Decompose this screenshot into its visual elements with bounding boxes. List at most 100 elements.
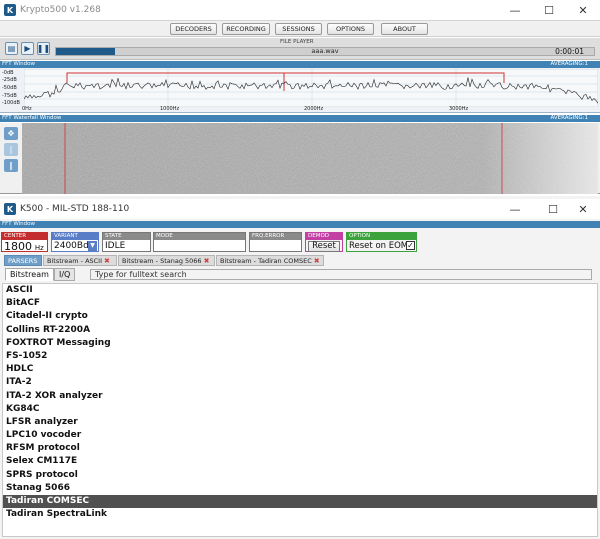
fft-spectrum[interactable]: -0dB -25dB -50dB -75dB -100dB 0Hz 1000Hz… (0, 68, 600, 113)
decoder-window: K K500 - MIL-STD 188-110 — ☐ ✕ FFT Windo… (0, 196, 600, 539)
tab-parsers[interactable]: PARSERS (4, 255, 42, 266)
tab-bitstream-ascii[interactable]: Bitstream - ASCII ✖ (43, 255, 117, 266)
tab-label: Bitstream - Tadiran COMSEC (220, 257, 312, 265)
close-icon[interactable]: ✕ (566, 199, 600, 219)
close-icon[interactable]: ✕ (566, 0, 600, 20)
frq-error-group: FRQ.ERROR (249, 232, 302, 252)
db-label: -100dB (2, 100, 20, 106)
search-input[interactable]: Type for fulltext search (90, 269, 592, 280)
list-item[interactable]: Tadiran SpectraLink (3, 508, 597, 521)
tab-label: Bitstream - Stanag 5066 (122, 257, 202, 265)
mode-group: MODE (153, 232, 246, 252)
decoder-fft-header: FFT Window (0, 221, 600, 228)
marker-icon[interactable]: | (4, 143, 18, 156)
fft-window-header: FFT Window AVERAGING:1 (0, 61, 600, 68)
main-menubar: DECODERS RECORDING SESSIONS OPTIONS ABOU… (0, 20, 600, 37)
list-item[interactable]: SPRS protocol (3, 469, 597, 482)
sessions-button[interactable]: SESSIONS (275, 23, 322, 35)
app-logo-icon: K (4, 4, 16, 16)
db-label: -25dB (2, 77, 17, 83)
tab-bitstream-tadiran[interactable]: Bitstream - Tadiran COMSEC ✖ (216, 255, 324, 266)
list-item[interactable]: ITA-2 (3, 376, 597, 389)
play-icon[interactable]: ▶ (21, 42, 34, 55)
fft-window-title: FFT Window (2, 61, 36, 67)
variant-label: VARIANT (52, 233, 98, 240)
chevron-down-icon[interactable]: ▼ (88, 241, 97, 251)
list-item[interactable]: KG84C (3, 403, 597, 416)
db-label: -0dB (2, 70, 14, 76)
close-tab-icon[interactable]: ✖ (314, 257, 320, 265)
list-item[interactable]: Tadiran COMSEC (3, 495, 597, 509)
minimize-icon[interactable]: — (498, 199, 532, 219)
decoder-window-title: K500 - MIL-STD 188-110 (20, 204, 130, 214)
file-name: aaa.wav (311, 47, 339, 55)
list-item[interactable]: Stanag 5066 (3, 482, 597, 495)
hz-label: 1000Hz (160, 106, 180, 112)
demod-group: DEMOD Reset (305, 232, 343, 252)
file-progress-bar[interactable]: aaa.wav 0:00:01 (55, 47, 595, 56)
list-item[interactable]: Citadel-II crypto (3, 310, 597, 323)
list-item[interactable]: FOXTROT Messaging (3, 337, 597, 350)
fft-averaging: AVERAGING:1 (550, 61, 588, 67)
decoder-controls: CENTER 1800 Hz VARIANT 2400Bd ▼ STATE ID… (0, 232, 600, 252)
list-item[interactable]: HDLC (3, 363, 597, 376)
tab-bitstream[interactable]: Bitstream (5, 268, 54, 281)
hz-label: 2000Hz (304, 106, 324, 112)
list-item[interactable]: RFSM protocol (3, 442, 597, 455)
list-item[interactable]: Collins RT-2200A (3, 324, 597, 337)
frq-error-label: FRQ.ERROR (250, 233, 301, 240)
center-input[interactable]: 1800 Hz (4, 241, 44, 254)
waterfall-averaging: AVERAGING:1 (550, 115, 588, 121)
state-group: STATE IDLE (102, 232, 151, 252)
option-group: OPTION Reset on EOM ✓ (346, 232, 417, 252)
list-item[interactable]: Selex CM117E (3, 455, 597, 468)
open-file-icon[interactable]: ▤ (5, 42, 18, 55)
center-unit: Hz (34, 244, 44, 252)
option-label: OPTION (347, 233, 416, 240)
close-tab-icon[interactable]: ✖ (204, 257, 210, 265)
close-tab-icon[interactable]: ✖ (104, 257, 110, 265)
reset-button[interactable]: Reset (308, 241, 340, 252)
center-group: CENTER 1800 Hz (1, 232, 48, 252)
maximize-icon[interactable]: ☐ (532, 0, 566, 20)
list-item[interactable]: FS-1052 (3, 350, 597, 363)
main-titlebar: K Krypto500 v1.268 — ☐ ✕ (0, 0, 600, 20)
list-item[interactable]: ITA-2 XOR analyzer (3, 390, 597, 403)
reset-on-eom-checkbox[interactable]: ✓ (406, 241, 415, 250)
list-item[interactable]: BitACF (3, 297, 597, 310)
decoders-button[interactable]: DECODERS (170, 23, 217, 35)
multi-marker-icon[interactable]: ∥ (4, 159, 18, 172)
hz-label: 3000Hz (449, 106, 469, 112)
decoder-titlebar: K K500 - MIL-STD 188-110 — ☐ ✕ (0, 199, 600, 219)
pause-icon[interactable]: ❚❚ (37, 42, 50, 55)
variant-select[interactable]: 2400Bd (54, 241, 89, 252)
reset-on-eom-label: Reset on EOM (349, 241, 409, 251)
options-button[interactable]: OPTIONS (327, 23, 374, 35)
parser-list[interactable]: ASCII BitACF Citadel-II crypto Collins RT-2… (2, 283, 598, 537)
state-value: IDLE (105, 241, 126, 251)
waterfall-panel: ✥ | ∥ (0, 123, 600, 194)
parser-tabs: PARSERS Bitstream - ASCII ✖ Bitstream - S… (0, 255, 600, 266)
tab-bitstream-stanag[interactable]: Bitstream - Stanag 5066 ✖ (118, 255, 215, 266)
app-logo-icon: K (4, 203, 16, 215)
tab-iq[interactable]: I/Q (54, 268, 76, 281)
sub-tabs: Bitstream I/Q Type for fulltext search (0, 268, 600, 282)
center-value: 1800 (4, 240, 32, 253)
minimize-icon[interactable]: — (498, 0, 532, 20)
list-item[interactable]: LFSR analyzer (3, 416, 597, 429)
waterfall-header: FFT Waterfall Window AVERAGING:1 (0, 115, 600, 122)
maximize-icon[interactable]: ☐ (536, 199, 570, 219)
hz-label: 0Hz (22, 106, 32, 112)
waterfall-display[interactable] (22, 123, 598, 194)
recording-button[interactable]: RECORDING (222, 23, 270, 35)
state-label: STATE (103, 233, 150, 240)
demod-label: DEMOD (306, 233, 342, 240)
move-icon[interactable]: ✥ (4, 127, 18, 140)
fft-plot (24, 69, 598, 107)
list-item[interactable]: ASCII (3, 284, 597, 297)
about-button[interactable]: ABOUT (381, 23, 428, 35)
db-label: -50dB (2, 85, 17, 91)
list-item[interactable]: LPC10 vocoder (3, 429, 597, 442)
variant-group: VARIANT 2400Bd ▼ (51, 232, 99, 252)
tab-label: Bitstream - ASCII (47, 257, 103, 265)
